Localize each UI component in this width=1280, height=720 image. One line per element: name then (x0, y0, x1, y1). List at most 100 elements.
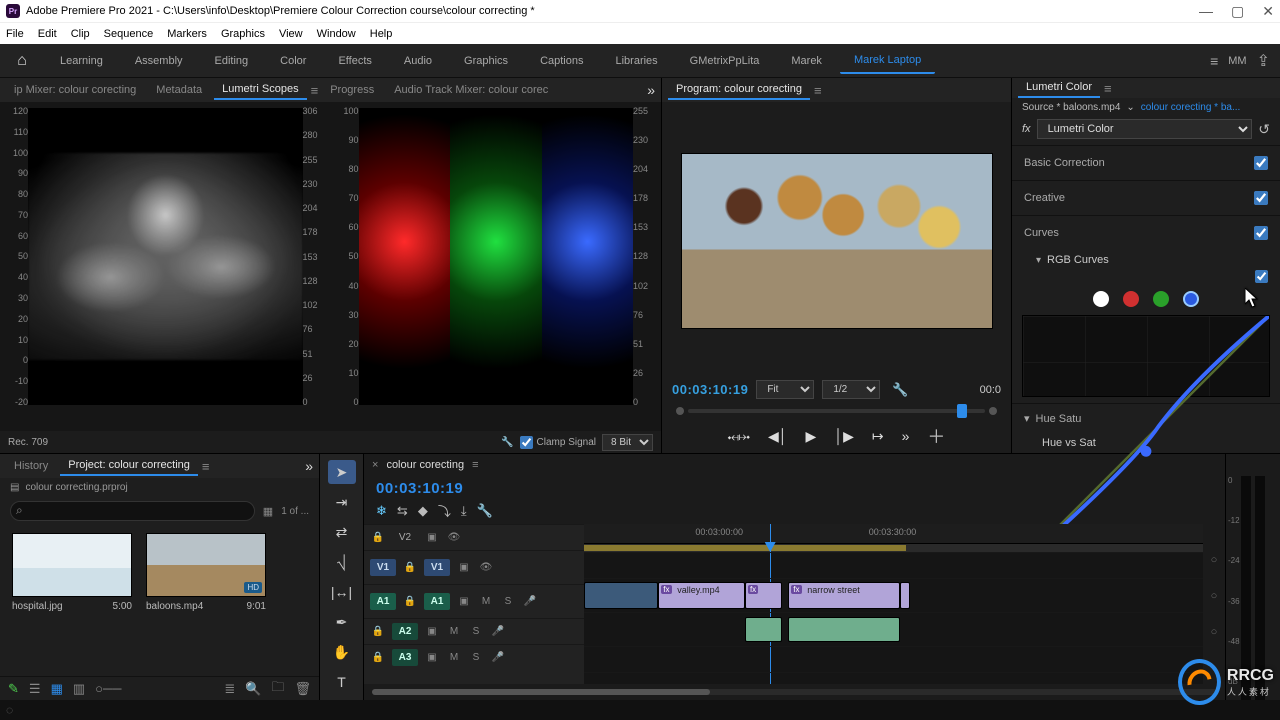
mute-button[interactable]: M (478, 596, 494, 607)
luma-waveform-scope[interactable]: 1201101009080706050403020100-10-20 30628… (4, 106, 327, 427)
lock-icon[interactable]: 🔒 (370, 626, 386, 637)
menu-file[interactable]: File (6, 28, 24, 40)
source-patch-v1[interactable]: V1 (370, 559, 396, 576)
home-icon[interactable]: ⌂ (10, 49, 34, 73)
find-icon[interactable]: 🔍 (245, 681, 261, 697)
track-target-a3[interactable]: A3 (392, 649, 418, 666)
solo-button[interactable]: S (500, 596, 516, 607)
track-header-a1[interactable]: A1 🔒 A1 ▣ M S 🎤 (364, 584, 584, 618)
menu-graphics[interactable]: Graphics (221, 28, 265, 40)
menu-edit[interactable]: Edit (38, 28, 57, 40)
timeline-tab-menu-icon[interactable]: ≡ (472, 459, 478, 471)
mute-button[interactable]: M (446, 652, 462, 663)
scopes-settings-icon[interactable]: 🔧 (501, 437, 513, 448)
step-forward-icon[interactable]: │▶ (834, 428, 854, 445)
eye-icon[interactable]: 👁 (478, 562, 494, 573)
ws-assembly[interactable]: Assembly (121, 49, 197, 73)
snap-icon[interactable]: ❄ (376, 503, 387, 519)
ws-libraries[interactable]: Libraries (601, 49, 671, 73)
freeform-view-icon[interactable]: ▥ (73, 681, 85, 697)
lumetri-tab-menu-icon[interactable]: ≡ (1104, 81, 1112, 96)
tab-project[interactable]: Project: colour correcting (60, 456, 198, 476)
clip-valley[interactable]: fx valley.mp4 (658, 582, 745, 609)
project-search-input[interactable] (10, 501, 255, 521)
project-item-baloons[interactable]: HD baloons.mp4 9:01 (146, 533, 266, 668)
zoom-slider-icon[interactable]: ○── (95, 681, 121, 696)
thumbnail-image[interactable]: HD (146, 533, 266, 597)
track-target-v1[interactable]: V1 (424, 559, 450, 576)
clip-short[interactable] (900, 582, 910, 609)
program-settings-icon[interactable]: 🔧 (892, 382, 908, 398)
program-zoom-select[interactable]: Fit (756, 380, 814, 399)
tab-audiomixer[interactable]: Audio Track Mixer: colour corec (386, 81, 556, 99)
lumetri-sequence-link[interactable]: colour corecting * ba... (1141, 102, 1241, 113)
solo-button[interactable]: S (468, 626, 484, 637)
menu-clip[interactable]: Clip (71, 28, 90, 40)
menu-sequence[interactable]: Sequence (104, 28, 154, 40)
pen-tool-icon[interactable]: ✒ (328, 610, 356, 634)
maximize-button[interactable]: ▢ (1231, 3, 1244, 20)
track-header-v2[interactable]: 🔒 V2 ▣ 👁 (364, 524, 584, 550)
rgb-curve-editor[interactable] (1022, 315, 1270, 397)
toggle-output-icon[interactable]: ▣ (424, 532, 440, 543)
tab-history[interactable]: History (6, 457, 56, 475)
workspace-overflow-icon[interactable]: ≡ (1210, 53, 1218, 69)
curve-channel-red[interactable] (1123, 291, 1139, 307)
section-curves[interactable]: Curves (1012, 215, 1280, 250)
chevron-down-icon[interactable]: ▾ (1036, 255, 1041, 266)
curve-channel-white[interactable] (1093, 291, 1109, 307)
sequence-tab[interactable]: colour corecting (386, 459, 464, 471)
project-writable-icon[interactable]: ✎ (8, 681, 19, 697)
tab-ipmixer[interactable]: ip Mixer: colour corecting (6, 81, 144, 99)
source-patch-a1[interactable]: A1 (370, 593, 396, 610)
rgb-curves-toggle[interactable] (1255, 270, 1268, 283)
solo-button[interactable]: S (468, 652, 484, 663)
add-marker-icon[interactable]: ◆ (418, 503, 428, 519)
chevron-down-icon[interactable]: ⌄ (1126, 102, 1134, 113)
ws-gmetrix[interactable]: GMetrixPpLita (676, 49, 774, 73)
clip-valley-thumb[interactable] (584, 582, 658, 609)
track-target-a1[interactable]: A1 (424, 593, 450, 610)
program-resolution-select[interactable]: 1/2 (822, 380, 880, 399)
track-header-v1[interactable]: V1 🔒 V1 ▣ 👁 (364, 550, 584, 584)
slip-tool-icon[interactable]: |↔| (328, 580, 356, 604)
menu-window[interactable]: Window (317, 28, 356, 40)
subsection-rgb-curves[interactable]: ▾ RGB Curves (1012, 250, 1280, 270)
lock-icon[interactable]: 🔒 (370, 532, 386, 543)
track-select-tool-icon[interactable]: ⇥ (328, 490, 356, 514)
hand-tool-icon[interactable]: ✋ (328, 640, 356, 664)
lumetri-effect-select[interactable]: Lumetri Color (1037, 119, 1253, 139)
audio-clip-1[interactable] (745, 617, 782, 642)
clip-narrow-street[interactable]: fx narrow street (788, 582, 899, 609)
menu-view[interactable]: View (279, 28, 303, 40)
track-opt-icon[interactable]: ○ (1211, 626, 1218, 638)
scopes-tabs-more-icon[interactable]: » (647, 82, 655, 98)
mute-button[interactable]: M (446, 626, 462, 637)
ws-color[interactable]: Color (266, 49, 320, 73)
tab-metadata[interactable]: Metadata (148, 81, 210, 99)
sort-icon[interactable]: ≣ (224, 681, 235, 697)
lock-icon[interactable]: 🔒 (402, 562, 418, 573)
ripple-edit-tool-icon[interactable]: ⇄ (328, 520, 356, 544)
timeline-timecode[interactable]: 00:03:10:19 (364, 476, 584, 499)
toggle-output-icon[interactable]: ▣ (456, 596, 472, 607)
creative-cloud-icon[interactable]: ◌ (6, 703, 13, 717)
clamp-signal-toggle[interactable]: Clamp Signal (520, 436, 596, 449)
ws-learning[interactable]: Learning (46, 49, 117, 73)
voiceover-record-icon[interactable]: 🎤 (490, 626, 506, 637)
program-timecode[interactable]: 00:03:10:19 (672, 382, 748, 397)
ws-marek[interactable]: Marek (777, 49, 836, 73)
insert-icon[interactable]: ⤵ (438, 501, 451, 520)
razor-tool-icon[interactable]: ⎷ (328, 550, 356, 574)
ws-marek-laptop[interactable]: Marek Laptop (840, 48, 935, 74)
close-button[interactable]: ✕ (1262, 3, 1274, 20)
curve-channel-blue[interactable] (1183, 291, 1199, 307)
minimize-button[interactable]: — (1199, 3, 1213, 20)
menu-help[interactable]: Help (370, 28, 393, 40)
program-tab-menu-icon[interactable]: ≡ (814, 83, 822, 98)
list-view-icon[interactable]: ☰ (29, 681, 41, 697)
track-target-a2[interactable]: A2 (392, 623, 418, 640)
voiceover-record-icon[interactable]: 🎤 (490, 652, 506, 663)
ws-audio[interactable]: Audio (390, 49, 446, 73)
eye-icon[interactable]: 👁 (446, 532, 462, 543)
